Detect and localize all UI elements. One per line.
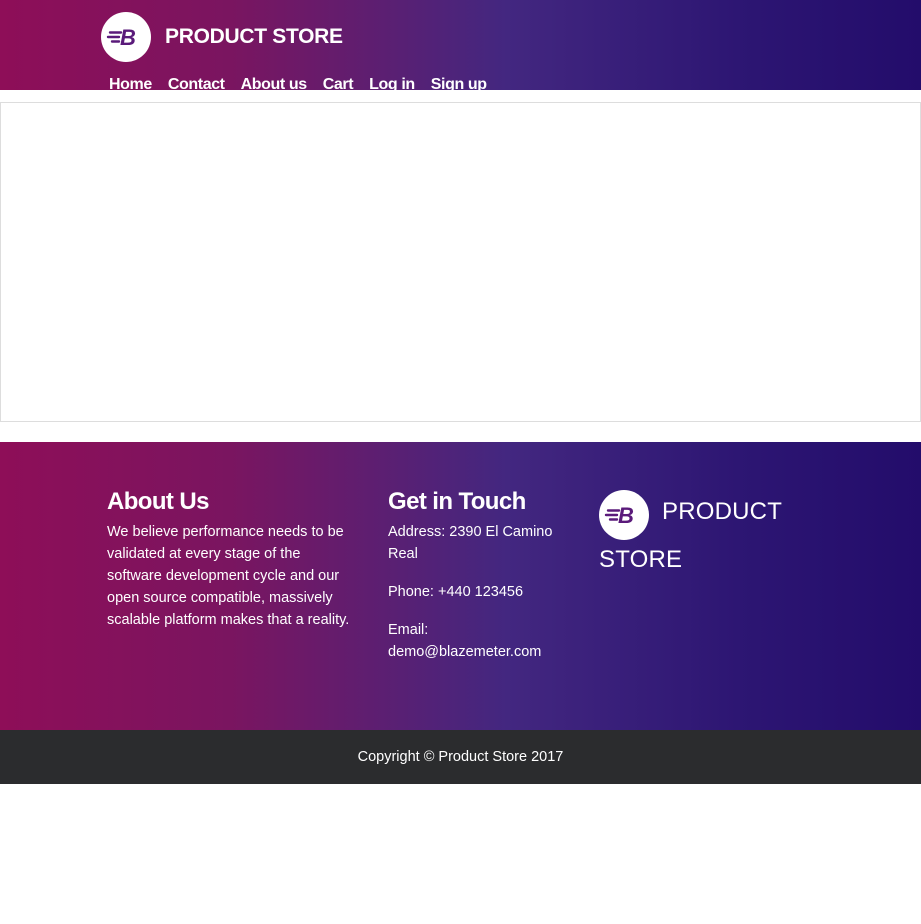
footer-contact-title: Get in Touch [388,488,526,515]
footer-brand: B PRODUCT STORE [599,490,829,579]
nav-login-link[interactable]: Log in [369,75,415,90]
copyright-bar: Copyright © Product Store 2017 [0,730,921,784]
svg-text:B: B [618,503,634,528]
blazemeter-logo-icon: B [101,12,151,62]
nav-cart-link[interactable]: Cart [323,75,354,90]
brand-title: PRODUCT STORE [165,25,343,48]
footer-about-text: We believe performance needs to be valid… [107,524,350,628]
footer: About Us We believe performance needs to… [0,442,921,730]
nav-contact-link[interactable]: Contact [168,75,225,90]
footer-contact-section: Get in Touch Address: 2390 El Camino Rea… [388,487,578,679]
nav-about-link[interactable]: About us [241,75,308,90]
footer-blazemeter-logo-icon: B [599,490,649,540]
footer-address: Address: 2390 El Camino Real [388,524,553,562]
copyright-text: Copyright © Product Store 2017 [357,749,564,765]
brand-link[interactable]: B PRODUCT STORE [101,12,343,62]
nav-home-link[interactable]: Home [109,75,152,90]
svg-text:B: B [120,25,136,50]
footer-phone: Phone: +440 123456 [388,584,524,600]
main-nav: Home Contact About us Cart Log in Sign u… [109,75,503,90]
navbar: B PRODUCT STORE Home Contact About us Ca… [0,0,921,90]
footer-about-section: About Us We believe performance needs to… [107,487,357,631]
footer-about-title: About Us [107,488,209,515]
content-panel [0,102,921,422]
footer-email: Email: demo@blazemeter.com [388,622,542,660]
nav-signup-link[interactable]: Sign up [431,75,487,90]
